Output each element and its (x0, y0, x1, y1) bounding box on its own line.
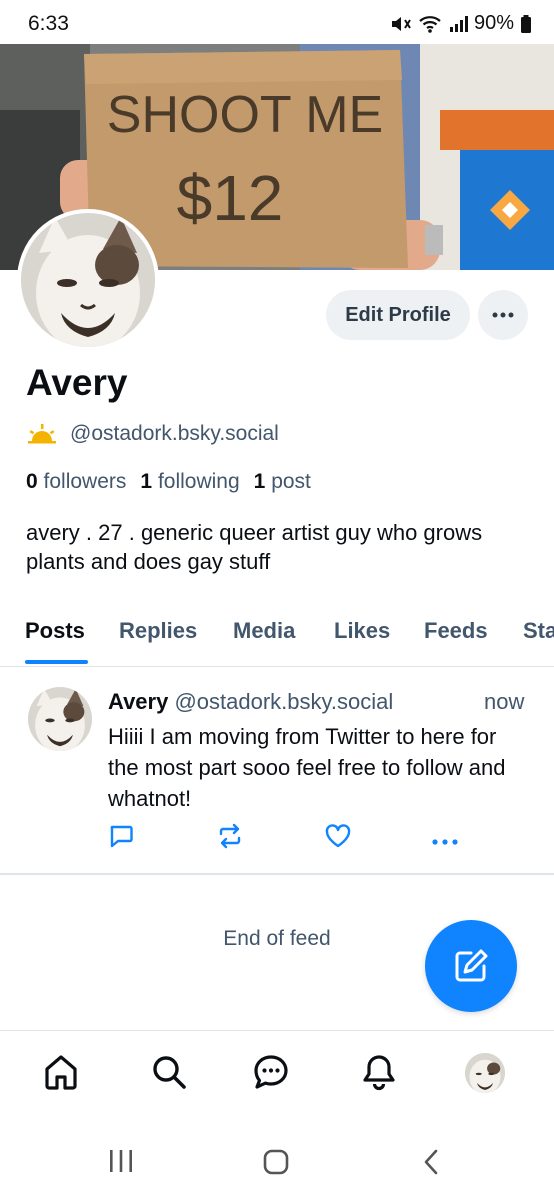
profile-bio: avery . 27 . generic queer artist guy wh… (26, 520, 483, 574)
search-icon (153, 1056, 186, 1089)
following-label: following (157, 470, 240, 493)
profile-avatar[interactable] (17, 209, 159, 351)
followers-count: 0 (26, 470, 38, 493)
recents-icon (110, 1150, 132, 1172)
battery-percent: 90% (473, 12, 514, 34)
following-count: 1 (140, 470, 153, 493)
compose-post-button[interactable] (425, 920, 517, 1012)
post-more-button[interactable] (431, 833, 459, 851)
heart-icon (325, 824, 351, 848)
posts-stat: 1 post (254, 470, 311, 494)
reply-button[interactable] (108, 823, 134, 854)
tab-media[interactable]: Media (233, 618, 295, 644)
home-icon (45, 1055, 77, 1090)
post-header: Avery @ostadork.bsky.social (108, 689, 393, 715)
bottom-navigation (0, 1030, 554, 1123)
repost-button[interactable] (216, 823, 244, 854)
wifi-icon (418, 14, 442, 34)
followers-label: followers (43, 470, 127, 493)
recent-apps-button[interactable] (108, 1148, 134, 1179)
like-button[interactable] (324, 823, 352, 854)
sunrise-icon (28, 424, 56, 444)
profile-tabs: Posts Replies Media Likes Feeds Sta (0, 600, 554, 667)
compose-icon (455, 949, 488, 982)
following-stat[interactable]: 1 following (140, 470, 239, 494)
nav-home[interactable] (43, 1053, 79, 1096)
nav-notifications[interactable] (360, 1053, 398, 1096)
nav-search[interactable] (150, 1053, 188, 1096)
profile-stats: 0 followers 1 following 1 post (26, 470, 311, 494)
mute-icon (390, 14, 412, 34)
profile-display-name: Avery (26, 362, 128, 403)
sign-line2: $12 (177, 162, 284, 234)
home-square-icon (263, 1149, 289, 1175)
profile-handle-row: @ostadork.bsky.social (26, 422, 279, 446)
sign-line1: SHOOT ME (107, 86, 383, 144)
nav-chat[interactable] (252, 1053, 290, 1096)
edit-profile-button[interactable]: Edit Profile (326, 290, 470, 340)
tab-replies[interactable]: Replies (119, 618, 197, 644)
feed-post[interactable]: Avery @ostadork.bsky.social now Hiiii I … (0, 667, 554, 875)
post-author-avatar[interactable] (28, 687, 92, 751)
status-time: 6:33 (28, 12, 69, 35)
posts-label: post (271, 470, 311, 493)
post-timestamp: now (484, 689, 525, 714)
profile-handle[interactable]: @ostadork.bsky.social (70, 422, 279, 446)
signal-icon (448, 14, 468, 34)
reply-icon (110, 825, 133, 848)
followers-stat[interactable]: 0 followers (26, 470, 126, 494)
post-avatar-image (28, 687, 92, 751)
home-system-button[interactable] (262, 1148, 290, 1181)
chat-icon (254, 1055, 288, 1089)
bell-icon (363, 1055, 395, 1091)
post-author-handle[interactable]: @ostadork.bsky.social (174, 689, 393, 714)
battery-icon (520, 14, 532, 34)
post-text: Hiiii I am moving from Twitter to here f… (108, 724, 506, 811)
status-bar: 6:33 90% (0, 0, 554, 44)
avatar-image (21, 213, 155, 347)
nav-avatar-image (465, 1053, 505, 1093)
more-dots-icon (432, 839, 458, 845)
tab-posts[interactable]: Posts (25, 618, 85, 644)
tab-starter-packs[interactable]: Sta (523, 618, 554, 644)
active-tab-indicator (25, 660, 88, 664)
tab-likes[interactable]: Likes (334, 618, 390, 644)
nav-profile-avatar[interactable] (465, 1053, 505, 1093)
post-actions (0, 823, 554, 853)
back-chevron-icon (424, 1149, 438, 1175)
posts-count: 1 (253, 470, 266, 493)
tab-feeds[interactable]: Feeds (424, 618, 488, 644)
post-author-name[interactable]: Avery (108, 689, 168, 714)
profile-more-button[interactable] (478, 290, 528, 340)
back-system-button[interactable] (421, 1148, 441, 1181)
system-navigation-bar (0, 1124, 554, 1200)
status-icons: 90% (390, 12, 532, 35)
more-dots-icon (492, 312, 514, 318)
repost-icon (219, 823, 241, 849)
